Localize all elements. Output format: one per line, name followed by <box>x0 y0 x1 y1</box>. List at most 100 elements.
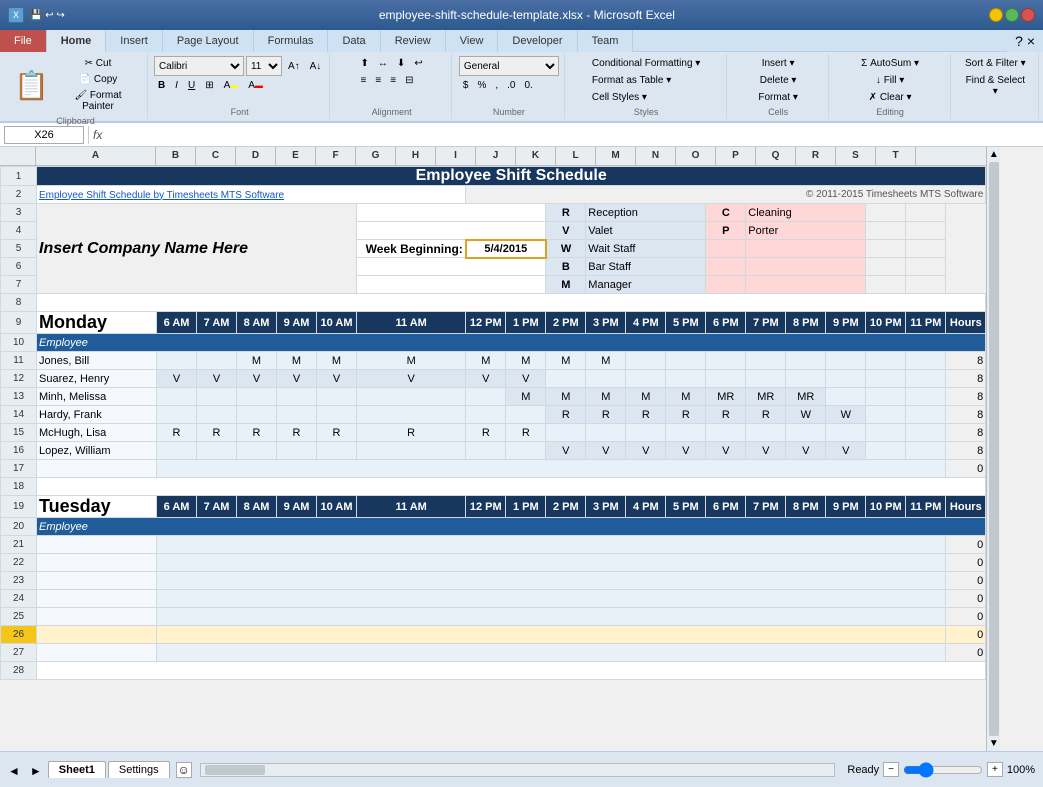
shift-lopez-2pm: V <box>546 442 586 460</box>
tue-col-11pm: 11 PM <box>906 496 946 518</box>
table-row: 17 0 <box>1 460 986 478</box>
merge-center-button[interactable]: ⊟ <box>401 73 417 88</box>
sort-group: Sort & Filter ▾ Find & Select ▾ <box>953 54 1039 119</box>
find-select-button[interactable]: Find & Select ▾ <box>959 73 1032 99</box>
hours-tue-3: 0 <box>946 572 986 590</box>
fill-color-button[interactable]: A▬ <box>220 78 243 93</box>
decrease-font-button[interactable]: A↓ <box>306 59 326 74</box>
sheet-tab-settings[interactable]: Settings <box>108 761 170 778</box>
bold-button[interactable]: B <box>154 78 169 93</box>
table-row: 15 McHugh, Lisa R R R R R R R R <box>1 424 986 442</box>
tab-insert[interactable]: Insert <box>106 30 163 52</box>
fill-button[interactable]: ↓ Fill ▾ <box>872 73 908 88</box>
align-middle-button[interactable]: ↔ <box>374 56 392 71</box>
format-as-table-button[interactable]: Format as Table ▾ <box>588 73 675 88</box>
currency-button[interactable]: $ <box>459 78 473 93</box>
cell-link[interactable]: Employee Shift Schedule by Timesheets MT… <box>37 186 466 204</box>
ribbon-content: 📋 ✂ Cut 📄 Copy 🖌 Format Painter Clipboar… <box>0 52 1043 122</box>
clear-button[interactable]: ✗ Clear ▾ <box>865 90 916 105</box>
formula-input[interactable] <box>106 129 1039 141</box>
font-size-select[interactable]: 11 <box>246 56 282 76</box>
tab-home[interactable]: Home <box>47 30 107 52</box>
increase-font-button[interactable]: A↑ <box>284 59 304 74</box>
font-name-select[interactable]: Calibri <box>154 56 244 76</box>
font-color-button[interactable]: A▬ <box>244 78 267 93</box>
insert-sheet-button[interactable]: ☺ <box>176 762 192 778</box>
maximize-button[interactable] <box>1005 8 1019 22</box>
tab-formulas[interactable]: Formulas <box>254 30 329 52</box>
align-top-button[interactable]: ⬆ <box>357 56 373 71</box>
row-num-9: 9 <box>1 312 37 334</box>
sheet-nav-next[interactable]: ► <box>26 764 46 778</box>
table-row: 23 0 <box>1 572 986 590</box>
vertical-scrollbar[interactable]: ▲ ▼ <box>986 147 1000 751</box>
col-8am: 8 AM <box>237 312 277 334</box>
format-button[interactable]: Format ▾ <box>754 90 801 105</box>
format-painter-button[interactable]: 🖌 Format Painter <box>55 88 141 114</box>
minimize-button[interactable] <box>989 8 1003 22</box>
sort-filter-button[interactable]: Sort & Filter ▾ <box>961 56 1030 71</box>
shift-minh-2pm: M <box>546 388 586 406</box>
percent-button[interactable]: % <box>473 78 490 93</box>
window-controls[interactable] <box>989 8 1035 22</box>
scroll-down-button[interactable]: ▼ <box>989 738 999 749</box>
scroll-thumb[interactable] <box>989 162 999 736</box>
paste-button[interactable]: 📋 <box>10 69 53 102</box>
decrease-decimal-button[interactable]: 0. <box>520 78 536 93</box>
table-row: 28 <box>1 662 986 680</box>
tab-file[interactable]: File <box>0 30 47 52</box>
conditional-formatting-button[interactable]: Conditional Formatting ▾ <box>588 56 704 71</box>
table-row: 1 Employee Shift Schedule <box>1 167 986 186</box>
zoom-in-button[interactable]: + <box>987 762 1003 777</box>
col-header-e: E <box>276 147 316 165</box>
shift-hardy-5pm: R <box>666 406 706 424</box>
wrap-text-button[interactable]: ↩ <box>410 56 426 71</box>
italic-button[interactable]: I <box>171 78 182 93</box>
cell-styles-button[interactable]: Cell Styles ▾ <box>588 90 651 105</box>
number-format-select[interactable]: General <box>459 56 559 76</box>
delete-button[interactable]: Delete ▾ <box>756 73 801 88</box>
autosum-button[interactable]: Σ AutoSum ▾ <box>857 56 923 71</box>
close-button[interactable] <box>1021 8 1035 22</box>
tab-developer[interactable]: Developer <box>498 30 577 52</box>
grid-area[interactable]: 1 Employee Shift Schedule 2 Employee Shi… <box>0 166 986 751</box>
increase-decimal-button[interactable]: .0 <box>503 78 519 93</box>
h-scroll-thumb[interactable] <box>205 765 265 775</box>
border-button[interactable]: ⊞ <box>201 78 217 93</box>
sheet-nav-prev[interactable]: ◄ <box>4 764 24 778</box>
zoom-out-button[interactable]: − <box>883 762 899 777</box>
tab-view[interactable]: View <box>446 30 499 52</box>
table-row: 27 0 <box>1 644 986 662</box>
insert-button[interactable]: Insert ▾ <box>758 56 799 71</box>
sort-buttons: Sort & Filter ▾ Find & Select ▾ <box>959 56 1032 117</box>
zoom-slider[interactable] <box>903 762 983 778</box>
row-num-26: 26 <box>1 626 37 644</box>
cell-reference-input[interactable] <box>4 126 84 144</box>
underline-button[interactable]: U <box>184 78 199 93</box>
tab-page-layout[interactable]: Page Layout <box>163 30 254 52</box>
tue-col-9am: 9 AM <box>277 496 317 518</box>
copy-button[interactable]: 📄 Copy <box>55 72 141 87</box>
sheet-tab-sheet1[interactable]: Sheet1 <box>48 761 106 778</box>
tab-review[interactable]: Review <box>381 30 446 52</box>
styles-buttons: Conditional Formatting ▾ Format as Table… <box>588 56 704 105</box>
ribbon-help[interactable]: ? × <box>1007 30 1043 52</box>
week-beginning-date[interactable]: 5/4/2015 <box>466 240 546 258</box>
tab-team[interactable]: Team <box>578 30 634 52</box>
scroll-up-button[interactable]: ▲ <box>989 149 999 160</box>
tab-data[interactable]: Data <box>328 30 380 52</box>
col-header-n: N <box>636 147 676 165</box>
cut-button[interactable]: ✂ Cut <box>55 56 141 71</box>
comma-button[interactable]: , <box>491 78 502 93</box>
align-right-button[interactable]: ≡ <box>386 73 400 88</box>
table-row: 26 0 <box>1 626 986 644</box>
row-num-23: 23 <box>1 572 37 590</box>
col-11am: 11 AM <box>357 312 466 334</box>
formula-bar: fx <box>0 123 1043 147</box>
align-left-button[interactable]: ≡ <box>357 73 371 88</box>
align-center-button[interactable]: ≡ <box>371 73 385 88</box>
sheet-link-text[interactable]: Employee Shift Schedule by Timesheets MT… <box>39 190 284 201</box>
horizontal-scrollbar[interactable] <box>200 763 836 777</box>
tue-col-10pm: 10 PM <box>866 496 906 518</box>
align-bottom-button[interactable]: ⬇ <box>393 56 409 71</box>
